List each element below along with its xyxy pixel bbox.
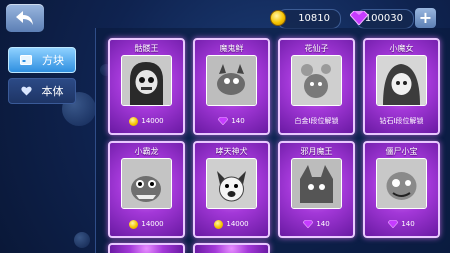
heart-icon xyxy=(20,86,32,96)
coin-icon xyxy=(129,116,139,126)
skin-name: 小霸龙 xyxy=(134,147,159,156)
tab-body[interactable]: 本体 xyxy=(8,78,76,104)
skin-name: 小魔女 xyxy=(389,44,414,53)
skin-name: 骷髅王 xyxy=(134,44,159,53)
skin-card[interactable]: 哮天神犬 14000 xyxy=(193,141,270,238)
skin-unlock-text: 钻石I段位解锁 xyxy=(379,117,424,125)
skin-portrait xyxy=(376,55,427,106)
coin-icon xyxy=(129,219,139,229)
back-arrow-icon xyxy=(16,11,33,25)
skin-card[interactable] xyxy=(193,243,270,253)
little-dragon-portrait xyxy=(122,159,171,208)
skin-price: 140 xyxy=(280,217,353,231)
skin-card[interactable]: 邪月魔王 140 xyxy=(278,141,355,238)
skin-price-value: 14000 xyxy=(226,220,249,228)
add-gems-button[interactable]: + xyxy=(415,8,436,28)
skin-card[interactable]: 花仙子 白金I段位解锁 xyxy=(278,38,355,135)
skin-name: 僵尸小宝 xyxy=(385,147,418,156)
skin-price-value: 14000 xyxy=(141,117,164,125)
skin-portrait xyxy=(121,158,172,209)
tab-blocks[interactable]: 方块 xyxy=(8,47,76,73)
skin-price-value: 140 xyxy=(231,117,245,125)
skin-portrait xyxy=(291,158,342,209)
coin-icon xyxy=(270,10,286,26)
coin-amount: 10810 xyxy=(298,13,330,24)
skin-price: 14000 xyxy=(195,217,268,231)
gem-icon xyxy=(350,11,368,25)
skin-name: 哮天神犬 xyxy=(215,147,248,156)
gem-amount: 100030 xyxy=(364,13,403,24)
gem-icon xyxy=(388,220,399,228)
skin-price: 140 xyxy=(195,114,268,128)
back-button[interactable] xyxy=(6,4,44,32)
flower-fairy-portrait xyxy=(292,56,341,105)
skin-price: 14000 xyxy=(110,217,183,231)
skin-name: 花仙子 xyxy=(304,44,329,53)
gem-icon xyxy=(303,220,314,228)
coin-icon xyxy=(214,219,224,229)
little-witch-portrait xyxy=(377,56,426,105)
skin-name: 邪月魔王 xyxy=(300,147,333,156)
skin-card[interactable]: 小魔女 钻石I段位解锁 xyxy=(363,38,440,135)
skin-card[interactable]: 魔鬼鲜 140 xyxy=(193,38,270,135)
skin-unlock-text: 白金I段位解锁 xyxy=(294,117,339,125)
skin-portrait xyxy=(121,55,172,106)
block-icon xyxy=(20,55,32,65)
skin-name: 魔鬼鲜 xyxy=(219,44,244,53)
demon-portrait xyxy=(207,56,256,105)
gem-icon xyxy=(218,117,229,125)
skin-price-value: 14000 xyxy=(141,220,164,228)
celestial-dog-portrait xyxy=(207,159,256,208)
skin-portrait xyxy=(376,158,427,209)
tab-blocks-label: 方块 xyxy=(42,54,64,67)
skin-price: 140 xyxy=(365,217,438,231)
background-bubble xyxy=(74,232,90,248)
skin-card[interactable] xyxy=(108,243,185,253)
skin-portrait xyxy=(206,55,257,106)
skin-card[interactable]: 僵尸小宝 140 xyxy=(363,141,440,238)
tab-body-label: 本体 xyxy=(41,85,64,98)
skull-king-portrait xyxy=(122,56,171,105)
evil-moon-king-portrait xyxy=(292,159,341,208)
skin-unlock-requirement: 钻石I段位解锁 xyxy=(365,114,438,128)
skin-card[interactable]: 骷髅王 14000 xyxy=(108,38,185,135)
skin-card[interactable]: 小霸龙 14000 xyxy=(108,141,185,238)
zombie-baby-portrait xyxy=(377,159,426,208)
skin-price: 14000 xyxy=(110,114,183,128)
skin-price-value: 140 xyxy=(401,220,415,228)
skin-portrait xyxy=(206,158,257,209)
skin-unlock-requirement: 白金I段位解锁 xyxy=(280,114,353,128)
skin-portrait xyxy=(291,55,342,106)
coin-counter: 10810 xyxy=(277,9,341,29)
skin-price-value: 140 xyxy=(316,220,330,228)
